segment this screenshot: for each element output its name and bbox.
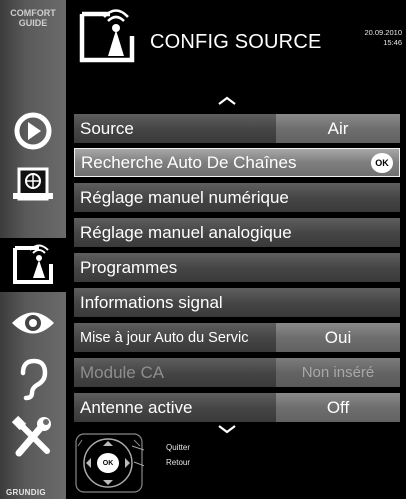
row-label: Programmes xyxy=(80,257,178,277)
brand-logo: GRUNDIG xyxy=(6,488,46,497)
date-time: 20.09.2010 15:46 xyxy=(364,28,402,48)
comfort-guide-label[interactable]: COMFORT GUIDE xyxy=(0,0,66,46)
row-label: Recherche Auto De Chaînes xyxy=(81,152,297,172)
row-label: Réglage manuel numérique xyxy=(80,187,289,207)
antenna-tv-icon xyxy=(13,244,53,284)
eye-icon xyxy=(12,312,54,334)
sidebar-item-picture[interactable] xyxy=(0,296,66,350)
row-label: Mise à jour Auto du Servic xyxy=(80,329,249,346)
globe-device-icon xyxy=(13,167,53,201)
sidebar-item-settings[interactable] xyxy=(0,410,66,464)
scroll-up-icon[interactable] xyxy=(217,96,237,106)
settings-menu: Source Air Recherche Auto De Chaînes OK … xyxy=(66,88,406,499)
row-label: Source xyxy=(80,118,134,138)
menu-row-signal-info[interactable]: Informations signal xyxy=(74,288,400,317)
legend-quit: Quitter xyxy=(166,443,191,452)
ear-icon xyxy=(20,358,48,401)
menu-row-auto-service-update[interactable]: Mise à jour Auto du Servic Oui xyxy=(74,323,400,352)
row-label: Antenne active xyxy=(80,397,193,417)
menu-row-source[interactable]: Source Air xyxy=(74,114,400,143)
auto-update-value[interactable]: Oui xyxy=(276,323,400,352)
scroll-down-icon[interactable] xyxy=(217,424,237,434)
ok-button-icon[interactable]: OK xyxy=(371,153,393,173)
sidebar-item-network[interactable] xyxy=(0,158,66,212)
sidebar-item-playback[interactable] xyxy=(0,104,66,158)
header: CONFIG SOURCE 20.09.2010 15:46 xyxy=(66,0,406,88)
ca-module-value: Non inséré xyxy=(276,358,400,387)
source-value[interactable]: Air xyxy=(276,114,400,143)
menu-row-active-antenna[interactable]: Antenne active Off xyxy=(74,393,400,422)
ok-key: OK xyxy=(97,453,119,473)
active-antenna-value[interactable]: Off xyxy=(276,393,400,422)
remote-control-legend: OK xyxy=(74,432,151,494)
sidebar: COMFORT GUIDE GRUNDIG xyxy=(0,0,66,499)
time-label: 15:46 xyxy=(383,38,402,47)
menu-row-ca-module: Module CA Non inséré xyxy=(74,358,400,387)
row-label: Informations signal xyxy=(80,292,223,312)
menu-row-manual-analog[interactable]: Réglage manuel analogique xyxy=(74,218,400,247)
comfort-label-line1: COMFORT xyxy=(10,8,56,18)
comfort-label-line2: GUIDE xyxy=(18,18,48,28)
row-label: Réglage manuel analogique xyxy=(80,222,292,242)
tools-icon xyxy=(11,415,51,457)
row-label: Module CA xyxy=(80,362,165,382)
antenna-tv-icon xyxy=(79,9,135,63)
playback-icon xyxy=(14,112,52,150)
menu-row-auto-channel-search[interactable]: Recherche Auto De Chaînes OK xyxy=(74,148,400,177)
sidebar-item-source[interactable] xyxy=(0,238,66,292)
page-title: CONFIG SOURCE xyxy=(150,31,322,53)
sidebar-item-sound[interactable] xyxy=(0,352,66,406)
menu-row-manual-digital[interactable]: Réglage manuel numérique xyxy=(74,183,400,212)
legend-back: Retour xyxy=(166,458,191,467)
menu-row-programmes[interactable]: Programmes xyxy=(74,253,400,282)
date-label: 20.09.2010 xyxy=(364,28,402,37)
